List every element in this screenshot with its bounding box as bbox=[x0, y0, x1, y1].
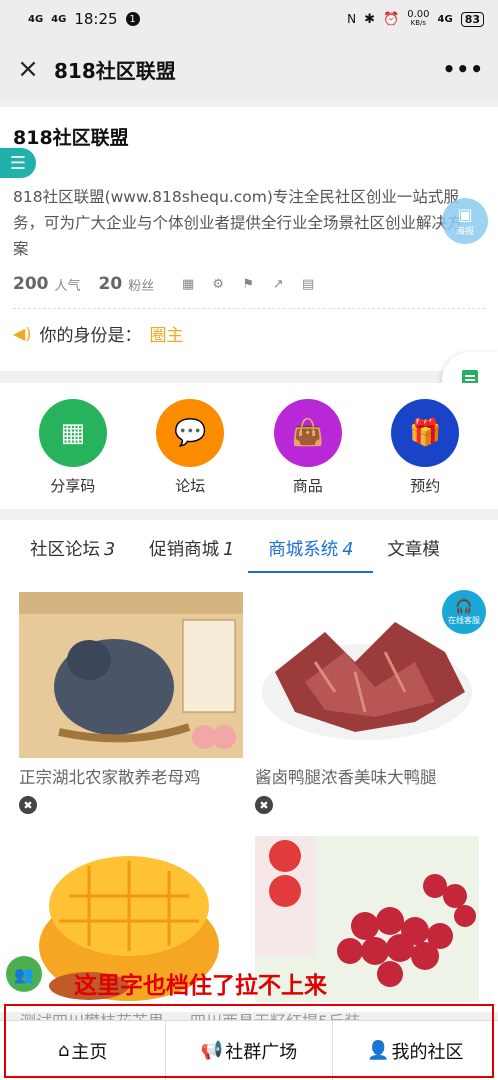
signal-icon-2: 4G bbox=[51, 13, 67, 25]
poster-button[interactable]: ▣ 海报 bbox=[442, 198, 488, 244]
online-service-label: 在线客服 bbox=[448, 615, 480, 625]
nav-my-community[interactable]: 👤 我的社区 bbox=[333, 1021, 498, 1080]
headset-icon: 🎧 bbox=[455, 598, 473, 615]
user-icon: 👤 bbox=[367, 1040, 390, 1061]
community-name: 818社区联盟 bbox=[13, 127, 129, 149]
group-icon[interactable]: 👥 bbox=[6, 956, 42, 992]
qrcode-icon[interactable]: ▦ bbox=[180, 276, 196, 292]
close-icon[interactable]: × bbox=[14, 54, 42, 84]
nav-home[interactable]: ⌂ 主页 bbox=[0, 1021, 167, 1080]
fans-value: 20 bbox=[98, 274, 123, 294]
quick-actions: ▦ 分享码 💬 论坛 👜 商品 🎁 预约 bbox=[0, 383, 498, 509]
community-description: 818社区联盟(www.818shequ.com)专注全民社区创业一站式服务，可… bbox=[13, 188, 463, 258]
qrcode-icon: ▦ bbox=[38, 399, 107, 467]
quick-action-label: 分享码 bbox=[50, 477, 96, 495]
calendar-icon[interactable]: ▤ bbox=[300, 276, 316, 292]
gift-icon: 🎁 bbox=[391, 399, 460, 467]
nav-mine-label: 我的社区 bbox=[391, 1041, 464, 1063]
clock: 18:25 bbox=[74, 10, 118, 28]
product-image bbox=[19, 592, 243, 758]
alarm-icon: ⏰ bbox=[383, 11, 400, 27]
tab-forum[interactable]: 社区论坛 3 bbox=[30, 522, 115, 575]
fans-label: 粉丝 bbox=[128, 278, 155, 294]
nav-square[interactable]: 📢 社群广场 bbox=[166, 1021, 333, 1080]
chat-bubble-icon: 💬 bbox=[156, 399, 225, 467]
role-label: 你的身份是： bbox=[39, 326, 142, 346]
speaker-icon: ◀) bbox=[13, 324, 32, 343]
title-bar: × 818社区联盟 ••• bbox=[0, 38, 498, 100]
product-name: 正宗湖北农家散养老母鸡 bbox=[19, 768, 201, 787]
nfc-icon: N bbox=[347, 12, 357, 26]
quick-action-booking[interactable]: 🎁 预约 bbox=[380, 399, 470, 509]
tab-mall-system[interactable]: 商城系统 4 bbox=[248, 522, 374, 575]
bottom-nav: ⌂ 主页 📢 社群广场 👤 我的社区 bbox=[0, 1020, 498, 1080]
community-header-card: 818社区联盟 州 818社区联盟(www.818shequ.com)专注全民社… bbox=[0, 107, 498, 371]
quick-action-label: 预约 bbox=[410, 477, 441, 495]
product-card[interactable]: 酱卤鸭腿浓香美味大鸭腿 ✖ bbox=[255, 592, 479, 814]
list-menu-icon[interactable]: ☰ bbox=[0, 148, 36, 178]
popularity-value: 200 bbox=[13, 274, 49, 294]
content-tabs: 社区论坛 3 促销商城 1 商城系统 4 文章模 bbox=[0, 520, 498, 576]
tab-articles[interactable]: 文章模 bbox=[387, 522, 440, 575]
signal-icon: 4G bbox=[28, 13, 44, 25]
role-value: 圈主 bbox=[149, 326, 184, 346]
home-icon: ⌂ bbox=[57, 1040, 70, 1061]
image-icon: ▣ bbox=[457, 205, 473, 224]
community-city: 州 bbox=[13, 158, 485, 178]
net-speed: 0.00 bbox=[407, 9, 430, 20]
page-title: 818社区联盟 bbox=[54, 58, 176, 83]
more-menu-icon[interactable]: ••• bbox=[443, 57, 484, 81]
quick-action-label: 论坛 bbox=[175, 477, 206, 495]
annotation-note: 这里字也档住了拉不上来 bbox=[74, 973, 327, 999]
popularity-label: 人气 bbox=[54, 278, 81, 294]
nav-square-label: 社群广场 bbox=[225, 1041, 298, 1063]
divider bbox=[13, 308, 485, 309]
tab-promo-mall[interactable]: 促销商城 1 bbox=[149, 522, 234, 575]
nav-home-label: 主页 bbox=[71, 1041, 108, 1063]
stats-row: 200 人气 20 粉丝 ▦ ⚙ ⚑ ↗ ▤ bbox=[13, 274, 485, 294]
product-grid: 正宗湖北农家散养老母鸡 ✖ 酱卤鸭腿浓香美味大鸭腿 ✖ bbox=[0, 576, 498, 1012]
net-speed-unit: KB/s bbox=[410, 19, 427, 27]
gear-icon[interactable]: ⚙ bbox=[210, 276, 226, 292]
battery-icon: 83 bbox=[460, 11, 484, 27]
poster-label: 海报 bbox=[455, 227, 474, 237]
flag-icon[interactable]: ⚑ bbox=[240, 276, 256, 292]
notification-icon: 1 bbox=[125, 12, 140, 26]
delete-icon[interactable]: ✖ bbox=[255, 796, 273, 814]
shopping-bag-icon: 👜 bbox=[273, 399, 342, 467]
product-card[interactable]: 正宗湖北农家散养老母鸡 ✖ bbox=[19, 592, 243, 814]
quick-action-label: 商品 bbox=[292, 477, 323, 495]
megaphone-icon: 📢 bbox=[200, 1040, 224, 1061]
role-row: ◀) 你的身份是： 圈主 bbox=[13, 321, 485, 346]
delete-icon[interactable]: ✖ bbox=[19, 796, 37, 814]
product-name: 酱卤鸭腿浓香美味大鸭腿 bbox=[255, 768, 437, 787]
quick-action-forum[interactable]: 💬 论坛 bbox=[145, 399, 235, 509]
online-service-button[interactable]: 🎧 在线客服 bbox=[442, 590, 486, 634]
share-icon[interactable]: ↗ bbox=[270, 276, 286, 292]
status-bar: 4G 4G 18:25 1 N ✱ ⏰ 0.00 KB/s 4G 83 bbox=[0, 0, 498, 38]
quick-action-share-code[interactable]: ▦ 分享码 bbox=[28, 399, 118, 509]
network-type-icon: 4G bbox=[437, 13, 453, 25]
quick-action-goods[interactable]: 👜 商品 bbox=[263, 399, 353, 509]
bluetooth-icon: ✱ bbox=[364, 11, 376, 27]
